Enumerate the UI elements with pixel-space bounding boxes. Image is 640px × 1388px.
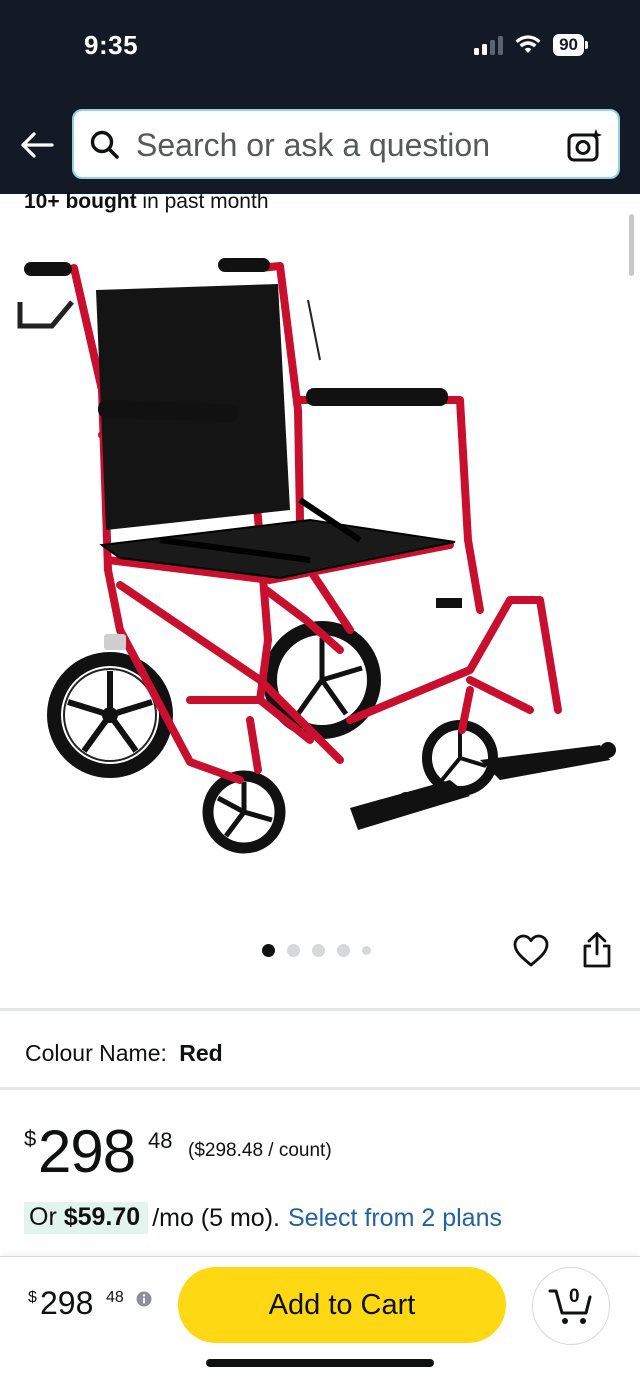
status-time: 9:35 [84,30,139,60]
status-icons: 90 [474,34,588,56]
carousel-dot-5[interactable] [362,946,371,955]
front-caster-left [202,770,286,854]
rear-wheel-left [47,652,173,778]
camera-lens-icon[interactable] [566,126,604,164]
cart-count: 0 [569,1286,580,1307]
carousel-dot-4[interactable] [337,944,350,957]
add-to-cart-button[interactable]: Add to Cart [178,1267,506,1343]
bottom-price-fraction: 48 [106,1289,124,1306]
armrest-right [306,388,448,406]
info-icon[interactable] [136,1291,152,1307]
colour-value: Red [179,1040,223,1066]
select-plans-link[interactable]: Select from 2 plans [288,1204,502,1233]
carousel-dot-2[interactable] [287,944,300,957]
app-header: 9:35 90 [0,0,640,194]
wifi-icon [515,35,541,53]
bottom-price-symbol: $ [28,1289,37,1306]
colour-label: Colour Name: [25,1040,167,1066]
colour-selector[interactable]: Colour Name: Red [25,1040,223,1067]
home-indicator [206,1359,434,1367]
search-icon [90,130,119,159]
carousel-dot-1[interactable] [262,944,275,957]
product-image-wheelchair[interactable] [10,240,630,890]
back-arrow-icon[interactable] [18,126,56,164]
share-icon[interactable] [578,930,616,970]
signal-icon [474,35,504,55]
instalment-badge: Or $59.70 [24,1202,149,1234]
price-fraction: 48 [148,1128,173,1153]
battery-level: 90 [553,34,584,56]
price-per-unit: ($298.48 / count) [188,1140,332,1161]
instalment-offer: Or $59.70 /mo (5 mo). Select from 2 plan… [24,1202,502,1234]
carousel-dot-3[interactable] [312,944,325,957]
battery-icon: 90 [553,34,588,56]
front-caster-right [422,720,498,796]
search-bar[interactable] [72,109,620,179]
search-input[interactable] [136,126,556,164]
cart-button[interactable]: 0 [532,1267,610,1345]
section-divider [0,1087,640,1090]
bottom-price-whole: 298 [40,1285,94,1321]
image-carousel-dots[interactable] [262,944,371,957]
price-whole: 298 [38,1118,136,1185]
instalment-terms: /mo (5 mo). [152,1203,280,1232]
section-divider [0,1008,640,1011]
bought-count: 10+ bought in past month [24,190,269,213]
price-symbol: $ [24,1126,37,1151]
heart-icon[interactable] [512,932,550,970]
bottom-action-bar: $ 298 48 Add to Cart 0 [0,1256,640,1388]
footrest-right [480,745,610,780]
